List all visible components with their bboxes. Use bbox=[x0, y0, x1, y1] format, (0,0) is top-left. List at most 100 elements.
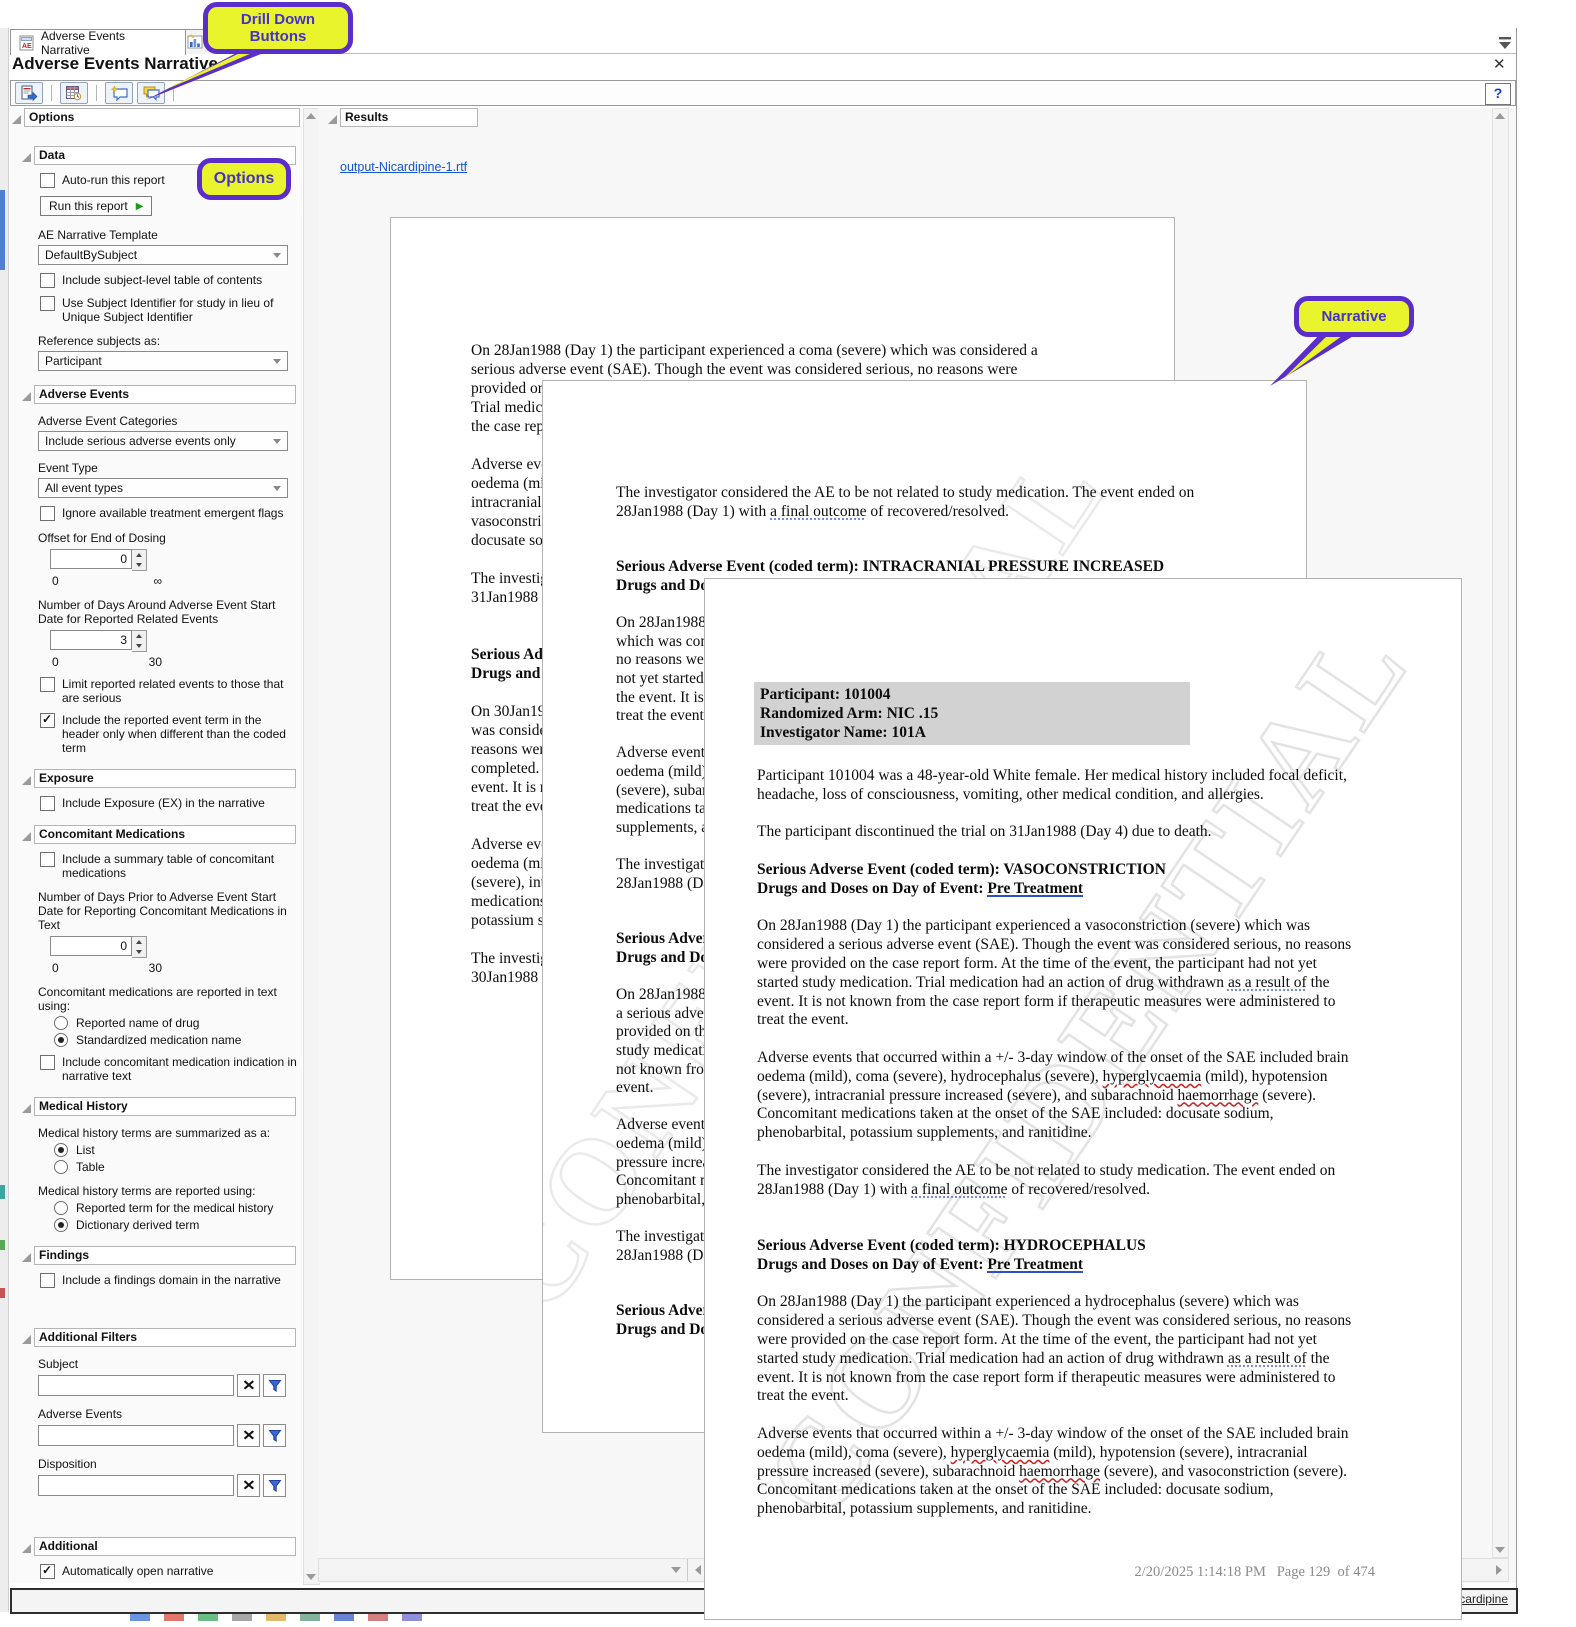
subject-filter-input[interactable] bbox=[38, 1375, 234, 1396]
scroll-down-icon[interactable] bbox=[306, 1574, 316, 1580]
scroll-up-icon[interactable] bbox=[306, 113, 316, 119]
radio-button[interactable] bbox=[54, 1218, 68, 1232]
number-input[interactable]: 3 bbox=[50, 630, 132, 650]
section-header-findings[interactable]: Findings bbox=[34, 1246, 296, 1265]
section-header-exposure[interactable]: Exposure bbox=[34, 769, 296, 788]
checkbox-box[interactable] bbox=[40, 296, 55, 311]
checkbox-ignore-available-treatment-emergent-flag[interactable]: Ignore available treatment emergent flag… bbox=[40, 506, 298, 521]
checkbox-automatically-open-narrative[interactable]: Automatically open narrative bbox=[40, 1563, 298, 1579]
number-input[interactable]: 0 bbox=[50, 936, 132, 956]
dropdown-defaultbysubject[interactable]: DefaultBySubject bbox=[38, 245, 288, 265]
number-stepper[interactable] bbox=[132, 549, 147, 571]
radio-button[interactable] bbox=[54, 1201, 68, 1215]
results-header[interactable]: Results bbox=[340, 108, 478, 127]
disposition-filter-input[interactable] bbox=[38, 1475, 234, 1496]
radio-button[interactable] bbox=[54, 1143, 68, 1157]
help-icon[interactable]: ? bbox=[1485, 83, 1511, 105]
collapse-triangle-icon[interactable] bbox=[22, 1253, 31, 1262]
filter-label-adverse-events: Adverse Events bbox=[38, 1407, 123, 1421]
radio-list[interactable]: List bbox=[54, 1143, 298, 1157]
collapse-triangle-icon[interactable] bbox=[22, 1335, 31, 1344]
section-header-additional-filters[interactable]: Additional Filters bbox=[34, 1328, 296, 1347]
adverse-events-filter-input[interactable] bbox=[38, 1425, 234, 1446]
section-header-concomitant-medications[interactable]: Concomitant Medications bbox=[34, 825, 296, 844]
stepper-up-icon[interactable] bbox=[136, 634, 142, 638]
scroll-up-icon[interactable] bbox=[1495, 113, 1505, 119]
stepper-down-icon[interactable] bbox=[136, 563, 142, 567]
radio-table[interactable]: Table bbox=[54, 1160, 298, 1174]
dropdown-participant[interactable]: Participant bbox=[38, 351, 288, 371]
radio-button[interactable] bbox=[54, 1160, 68, 1174]
section-header-additional[interactable]: Additional bbox=[34, 1537, 296, 1556]
section-header-medical-history[interactable]: Medical History bbox=[34, 1097, 296, 1116]
number-stepper[interactable] bbox=[132, 936, 147, 958]
narrative-document-front[interactable]: CONFIDENTIAL Participant: 101004 Randomize… bbox=[704, 578, 1462, 1620]
checkbox-box[interactable] bbox=[40, 1563, 55, 1579]
collapse-triangle-icon[interactable] bbox=[22, 1544, 31, 1553]
scroll-right-icon[interactable] bbox=[1496, 1565, 1502, 1575]
radio-standardized-medication-name[interactable]: Standardized medication name bbox=[54, 1033, 298, 1047]
checkbox-include-subject-level-table-of-contents[interactable]: Include subject-level table of contents bbox=[40, 273, 298, 288]
options-header[interactable]: Options bbox=[24, 108, 300, 127]
filter-icon[interactable] bbox=[263, 1424, 286, 1447]
number-stepper[interactable] bbox=[132, 630, 147, 652]
clear-icon[interactable]: ✕ bbox=[237, 1424, 260, 1447]
output-rtf-link[interactable]: output-Nicardipine-1.rtf bbox=[340, 160, 467, 174]
stepper-up-icon[interactable] bbox=[136, 940, 142, 944]
dropdown-include-serious-adverse-events-only[interactable]: Include serious adverse events only bbox=[38, 431, 288, 451]
stepper-down-icon[interactable] bbox=[136, 644, 142, 648]
close-icon[interactable]: ✕ bbox=[1493, 55, 1506, 73]
radio-reported-term-for-the-medical-history[interactable]: Reported term for the medical history bbox=[54, 1201, 298, 1215]
clear-icon[interactable]: ✕ bbox=[237, 1374, 260, 1397]
section-header-adverse-events[interactable]: Adverse Events bbox=[34, 385, 296, 404]
doc-link-text[interactable]: Pre Treatment bbox=[987, 1256, 1083, 1273]
radio-dictionary-derived-term[interactable]: Dictionary derived term bbox=[54, 1218, 298, 1232]
checkbox-box[interactable] bbox=[40, 506, 55, 521]
radio-button[interactable] bbox=[54, 1016, 68, 1030]
dropdown-value: Participant bbox=[45, 354, 102, 368]
auto-hide-icon[interactable] bbox=[1498, 36, 1512, 50]
scroll-down-icon[interactable] bbox=[671, 1567, 681, 1573]
results-vertical-scrollbar[interactable] bbox=[1492, 108, 1509, 1558]
radio-reported-name-of-drug[interactable]: Reported name of drug bbox=[54, 1016, 298, 1030]
checkbox-box[interactable] bbox=[40, 712, 55, 728]
checkbox-include-a-summary-table-of-concomitant-m[interactable]: Include a summary table of concomitant m… bbox=[40, 852, 298, 880]
filter-icon[interactable] bbox=[263, 1474, 286, 1497]
scroll-down-icon[interactable] bbox=[1495, 1547, 1505, 1553]
checkbox-box[interactable] bbox=[40, 1055, 55, 1070]
checkbox-include-concomitant-medication-indicatio[interactable]: Include concomitant medication indicatio… bbox=[40, 1055, 298, 1083]
checkbox-include-the-reported-event-term-in-the-h[interactable]: Include the reported event term in the h… bbox=[40, 712, 298, 755]
filter-icon[interactable] bbox=[263, 1374, 286, 1397]
stepper-up-icon[interactable] bbox=[136, 553, 142, 557]
checkbox-limit-reported-related-events-to-those-t[interactable]: Limit reported related events to those t… bbox=[40, 677, 298, 705]
clear-icon[interactable]: ✕ bbox=[237, 1474, 260, 1497]
collapse-triangle-icon[interactable] bbox=[328, 115, 337, 124]
checkbox-use-subject-identifier-for-study-in-lieu[interactable]: Use Subject Identifier for study in lieu… bbox=[40, 296, 298, 324]
checkbox-include-exposure-ex-in-the-narrative[interactable]: Include Exposure (EX) in the narrative bbox=[40, 796, 298, 811]
run-this-report-button[interactable]: Run this report ▶ bbox=[40, 196, 153, 216]
checkbox-box[interactable] bbox=[40, 852, 55, 867]
export-report-icon[interactable] bbox=[15, 82, 43, 104]
collapse-triangle-icon[interactable] bbox=[22, 1104, 31, 1113]
checkbox-box[interactable] bbox=[40, 677, 55, 692]
collapse-triangle-icon[interactable] bbox=[22, 832, 31, 841]
dropdown-all-event-types[interactable]: All event types bbox=[38, 478, 288, 498]
collapse-triangle-icon[interactable] bbox=[22, 153, 31, 162]
radio-button[interactable] bbox=[54, 1033, 68, 1047]
collapse-triangle-icon[interactable] bbox=[22, 392, 31, 401]
checkbox-box[interactable] bbox=[40, 1273, 55, 1288]
taskbar-item bbox=[130, 1614, 150, 1621]
view-data-icon[interactable] bbox=[60, 82, 88, 104]
collapse-triangle-icon[interactable] bbox=[12, 115, 21, 124]
stepper-down-icon[interactable] bbox=[136, 950, 142, 954]
collapse-triangle-icon[interactable] bbox=[22, 776, 31, 785]
radio-label: Dictionary derived term bbox=[76, 1218, 200, 1232]
checkbox-box[interactable] bbox=[40, 173, 55, 188]
doc-link-text[interactable]: Pre Treatment bbox=[987, 880, 1083, 897]
checkbox-box[interactable] bbox=[40, 273, 55, 288]
number-input[interactable]: 0 bbox=[50, 549, 132, 569]
checkbox-include-a-findings-domain-in-the-narrati[interactable]: Include a findings domain in the narrati… bbox=[40, 1273, 298, 1288]
scroll-left-icon[interactable] bbox=[695, 1565, 701, 1575]
checkbox-box[interactable] bbox=[40, 796, 55, 811]
doc-text-line: considered a serious adverse event (SAE)… bbox=[757, 936, 1352, 954]
